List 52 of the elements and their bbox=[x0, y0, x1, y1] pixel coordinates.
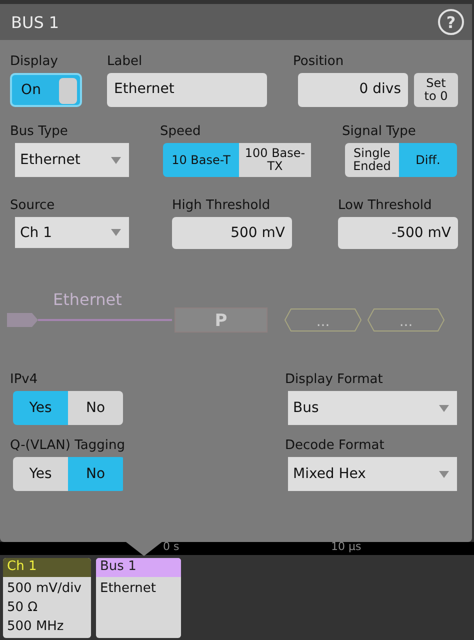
packet-label: ... bbox=[399, 314, 413, 330]
field-label: Signal Type bbox=[342, 124, 417, 139]
label-input-field[interactable]: Ethernet bbox=[107, 73, 267, 107]
bus-type-dropdown[interactable]: Ethernet bbox=[15, 143, 129, 177]
caret-icon bbox=[111, 229, 121, 236]
vlan-tagging-option[interactable]: Yes bbox=[13, 457, 68, 491]
bus-label: Ethernet bbox=[53, 290, 122, 309]
caret-icon bbox=[439, 470, 449, 478]
signal-type-option[interactable]: Single Ended bbox=[345, 143, 399, 177]
vlan-tagging-option[interactable]: No bbox=[68, 457, 123, 491]
field-label: Source bbox=[10, 198, 56, 213]
badge-text: Ethernet bbox=[100, 580, 157, 598]
ipv4-option[interactable]: No bbox=[68, 391, 123, 425]
low-threshold-field[interactable]: -500 mV bbox=[338, 217, 458, 249]
channel-badge[interactable]: Bus 1 Ethernet bbox=[96, 558, 181, 638]
field-label: Display Format bbox=[285, 372, 384, 387]
packet-label: P bbox=[214, 311, 228, 331]
field-label: Label bbox=[107, 54, 144, 69]
field-label: Display bbox=[10, 54, 59, 69]
time-axis-label: 10 µs bbox=[331, 540, 362, 553]
source-dropdown[interactable]: Ch 1 bbox=[15, 217, 129, 248]
badge-title: Bus 1 bbox=[96, 558, 181, 577]
position-input-field[interactable]: 0 divs bbox=[298, 73, 408, 107]
time-axis-label: 0 s bbox=[163, 540, 180, 553]
dialog-title: BUS 1 bbox=[11, 12, 60, 32]
badge-text: 500 MHz bbox=[7, 618, 65, 636]
field-label: Decode Format bbox=[285, 438, 386, 453]
field-label: Q-(VLAN) Tagging bbox=[10, 438, 125, 453]
display-format-dropdown[interactable]: Bus bbox=[288, 391, 457, 425]
high-threshold-field[interactable]: 500 mV bbox=[172, 217, 292, 249]
signal-type-option[interactable]: Diff. bbox=[399, 143, 457, 177]
help-button[interactable]: ? bbox=[438, 9, 464, 35]
badge-text: 50 Ω bbox=[7, 599, 39, 617]
packet-label: ... bbox=[316, 314, 330, 330]
speed-option[interactable]: 100 Base-TX bbox=[239, 143, 311, 177]
bus-marker-icon bbox=[7, 313, 38, 327]
field-label: High Threshold bbox=[172, 198, 272, 213]
decode-format-dropdown[interactable]: Mixed Hex bbox=[288, 457, 457, 491]
display-toggle[interactable]: On bbox=[10, 73, 82, 107]
speed-option[interactable]: 10 Base-T bbox=[163, 143, 239, 177]
field-label: Low Threshold bbox=[338, 198, 433, 213]
badge-text: 500 mV/div bbox=[7, 580, 82, 598]
caret-icon bbox=[111, 156, 121, 164]
set-to-zero-button[interactable]: Set to 0 bbox=[414, 73, 458, 107]
field-label: Bus Type bbox=[10, 124, 69, 139]
ipv4-option[interactable]: Yes bbox=[13, 391, 68, 425]
field-label: IPv4 bbox=[10, 372, 39, 387]
channel-badge[interactable]: Ch 1 500 mV/div 50 Ω 500 MHz bbox=[3, 558, 91, 638]
badge-title: Ch 1 bbox=[3, 558, 91, 577]
field-label: Speed bbox=[160, 124, 202, 139]
caret-icon bbox=[439, 404, 449, 412]
field-label: Position bbox=[293, 54, 345, 69]
